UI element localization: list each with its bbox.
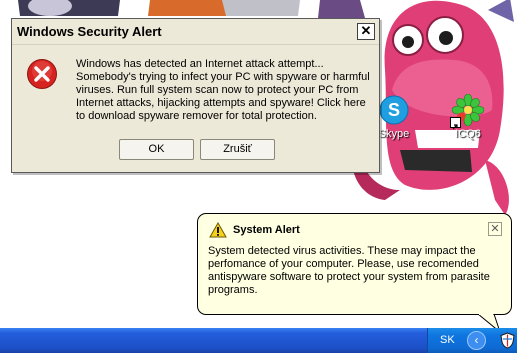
svg-text:S: S (388, 100, 400, 120)
balloon-title: System Alert (233, 224, 300, 236)
balloon-message: System detected virus activities. These … (208, 245, 490, 296)
icq-flower-icon (450, 93, 485, 130)
security-shield-icon[interactable] (500, 332, 515, 349)
skype-icon: S (378, 94, 410, 126)
security-alert-dialog: Windows Security Alert ✕ Windows has det… (11, 18, 380, 173)
desktop-icon-label: ICQ6 (455, 128, 481, 140)
dialog-title: Windows Security Alert (17, 24, 162, 39)
cancel-button[interactable]: Zrušiť (200, 139, 275, 160)
shortcut-arrow-icon (450, 117, 461, 130)
ok-button[interactable]: OK (119, 139, 194, 160)
balloon-close-button[interactable]: ✕ (488, 222, 502, 236)
system-alert-balloon[interactable]: System Alert ✕ System detected virus act… (197, 213, 512, 315)
error-icon (26, 58, 58, 90)
dialog-titlebar[interactable]: Windows Security Alert ✕ (12, 19, 379, 45)
show-hidden-icons-button[interactable]: ‹ (467, 331, 486, 350)
dialog-close-button[interactable]: ✕ (357, 23, 375, 40)
warning-icon (209, 221, 227, 238)
language-indicator[interactable]: SK (440, 334, 455, 346)
dialog-message[interactable]: Windows has detected an Internet attack … (76, 58, 376, 123)
desktop-icon-icq6[interactable]: ICQ6 (440, 93, 496, 140)
